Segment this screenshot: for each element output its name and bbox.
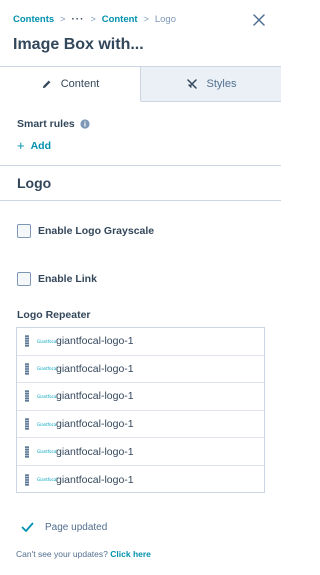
smart-rules-label: Smart rules [17,118,90,130]
link-checkbox[interactable] [17,272,31,286]
breadcrumb: Contents > ··· > Content > Logo [13,12,176,26]
breadcrumb-current: Logo [154,13,176,25]
help-message: Can't see your updates? Click here [16,549,151,559]
enable-link-toggle[interactable]: Enable Link [17,272,97,286]
link-label: Enable Link [38,273,97,285]
logo-grayscale-toggle[interactable]: Enable Logo Grayscale [17,224,154,238]
info-icon[interactable] [80,119,90,129]
status-text: Page updated [45,522,108,533]
repeater-item[interactable]: Giantfocal giantfocal-logo-1 [17,356,264,384]
palette-icon [186,79,197,89]
repeater-item[interactable]: Giantfocal giantfocal-logo-1 [17,411,264,439]
click-here-link[interactable]: Click here [110,549,151,559]
repeater-item-label: giantfocal-logo-1 [56,418,134,431]
grayscale-checkbox[interactable] [17,224,31,238]
breadcrumb-contents[interactable]: Contents [13,14,54,25]
repeater-label: Logo Repeater [17,309,91,321]
page-title: Image Box with... [13,36,144,53]
repeater-item[interactable]: Giantfocal giantfocal-logo-1 [17,438,264,466]
help-text: Can't see your updates? [16,549,108,559]
add-smart-rule-button[interactable]: + Add [17,139,51,152]
drag-handle-icon[interactable] [25,362,29,375]
logo-thumbnail: Giantfocal [37,477,58,483]
divider [0,165,281,166]
save-status: Page updated [21,522,107,533]
logo-thumbnail: Giantfocal [37,366,58,372]
logo-thumbnail: Giantfocal [37,393,58,399]
repeater-item[interactable]: Giantfocal giantfocal-logo-1 [17,383,264,411]
logo-thumbnail: Giantfocal [37,449,58,455]
tab-styles[interactable]: Styles [141,67,281,101]
logo-thumbnail: Giantfocal [37,338,58,344]
tab-content[interactable]: Content [0,67,141,102]
logo-thumbnail: Giantfocal [37,421,58,427]
smart-rules-text: Smart rules [17,118,75,130]
divider [0,200,281,201]
drag-handle-icon[interactable] [25,473,29,486]
tab-styles-label: Styles [206,78,237,90]
breadcrumb-content[interactable]: Content [102,14,138,25]
section-title: Logo [17,175,52,191]
repeater-item-label: giantfocal-logo-1 [56,362,134,375]
add-label: Add [30,139,52,152]
breadcrumb-separator: > [60,14,66,24]
repeater-item-label: giantfocal-logo-1 [56,335,134,348]
plus-icon: + [17,138,25,153]
close-icon[interactable] [252,13,268,29]
tab-content-label: Content [60,78,100,90]
logo-repeater: Giantfocal giantfocal-logo-1 Giantfocal … [16,327,265,493]
breadcrumb-separator: > [143,14,149,24]
checkmark-icon [21,522,34,532]
repeater-item[interactable]: Giantfocal giantfocal-logo-1 [17,466,264,494]
repeater-item-label: giantfocal-logo-1 [56,390,134,403]
drag-handle-icon[interactable] [25,335,29,348]
drag-handle-icon[interactable] [25,390,29,403]
tab-bar: Content Styles [0,66,281,102]
breadcrumb-more[interactable]: ··· [71,14,84,25]
repeater-item[interactable]: Giantfocal giantfocal-logo-1 [17,328,264,356]
breadcrumb-separator: > [90,14,96,24]
repeater-item-label: giantfocal-logo-1 [56,473,134,486]
drag-handle-icon[interactable] [25,418,29,431]
drag-handle-icon[interactable] [25,445,29,458]
pencil-icon [42,80,51,88]
repeater-item-label: giantfocal-logo-1 [56,445,134,458]
grayscale-label: Enable Logo Grayscale [38,225,155,237]
